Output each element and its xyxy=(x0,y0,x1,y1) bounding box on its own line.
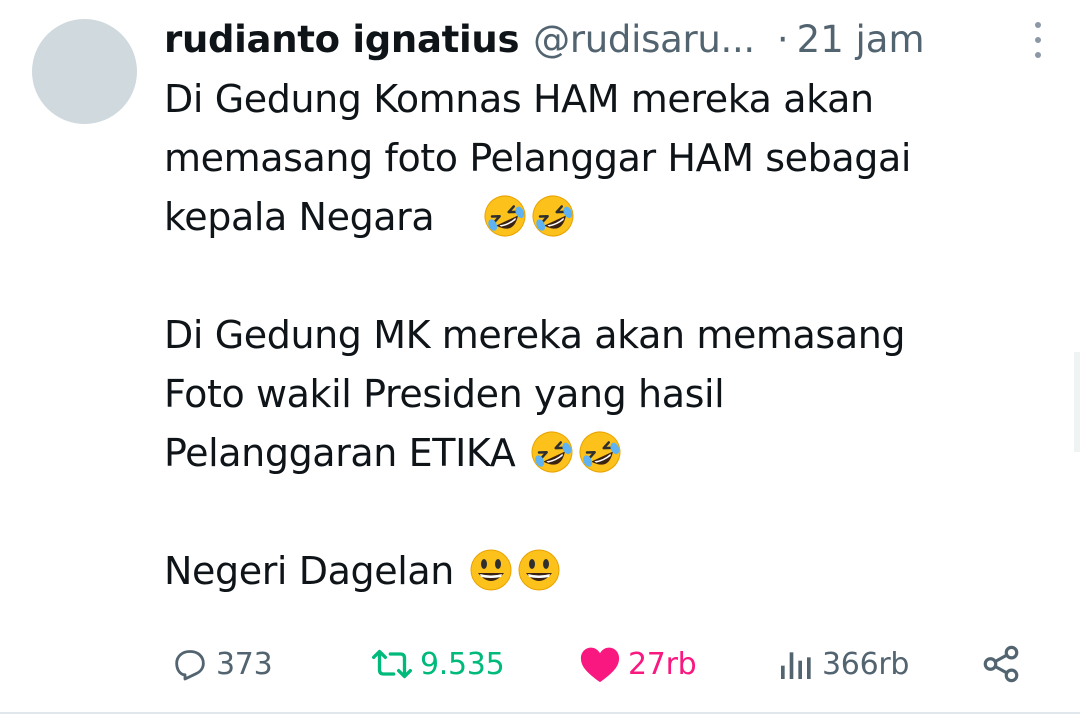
separator-dot: · xyxy=(776,17,789,61)
tweet-line-with-emoji: Negeri Dagelan xyxy=(164,542,1044,601)
rolling-on-floor-laughing-emoji xyxy=(484,195,526,236)
tweet[interactable]: rudianto ignatius @rudisaru... · 21 jam … xyxy=(0,0,1080,726)
tweet-actions: 373 9.535 27rb 366rb xyxy=(0,636,1080,692)
display-name[interactable]: rudianto ignatius xyxy=(164,18,519,61)
scroll-indicator xyxy=(1074,352,1080,452)
divider xyxy=(0,712,1080,714)
tweet-line: kepala Negara xyxy=(164,195,435,239)
rolling-on-floor-laughing-emoji xyxy=(579,431,621,472)
views-button[interactable]: 366rb xyxy=(776,636,909,692)
tweet-text: Di Gedung Komnas HAM mereka akan memasan… xyxy=(164,70,1044,601)
retweet-icon xyxy=(371,649,412,679)
rolling-on-floor-laughing-emoji xyxy=(531,431,573,472)
tweet-header: rudianto ignatius @rudisaru... · 21 jam xyxy=(164,12,1050,66)
user-handle[interactable]: @rudisaru... xyxy=(533,18,755,61)
more-options-icon[interactable] xyxy=(1026,22,1050,58)
retweet-button[interactable]: 9.535 xyxy=(370,636,505,692)
grinning-face-emoji xyxy=(470,549,512,590)
views-icon xyxy=(781,652,811,679)
avatar[interactable] xyxy=(32,19,137,124)
tweet-line: Foto wakil Presiden yang hasil xyxy=(164,372,725,416)
share-icon xyxy=(983,645,1019,683)
tweet-line: Di Gedung MK mereka akan memasang xyxy=(164,313,906,357)
reply-count: 373 xyxy=(216,646,273,682)
tweet-line: Negeri Dagelan xyxy=(164,549,454,593)
rolling-on-floor-laughing-emoji xyxy=(532,195,574,236)
tweet-line: memasang foto Pelanggar HAM sebagai xyxy=(164,136,912,180)
tweet-line: Pelanggaran ETIKA xyxy=(164,431,516,475)
retweet-count: 9.535 xyxy=(420,646,505,682)
heart-icon xyxy=(580,647,620,683)
reply-icon xyxy=(175,650,205,681)
views-count: 366rb xyxy=(822,646,910,682)
reply-button[interactable]: 373 xyxy=(170,636,273,692)
tweet-line-with-emoji: Pelanggaran ETIKA xyxy=(164,424,1044,483)
share-button[interactable] xyxy=(980,636,1022,692)
like-button[interactable]: 27rb xyxy=(578,636,697,692)
tweet-line: Di Gedung Komnas HAM mereka akan xyxy=(164,77,874,121)
tweet-line-with-emoji: kepala Negara xyxy=(164,188,1044,247)
like-count: 27rb xyxy=(628,646,697,682)
grinning-face-emoji xyxy=(518,549,560,590)
timestamp[interactable]: 21 jam xyxy=(797,18,925,61)
